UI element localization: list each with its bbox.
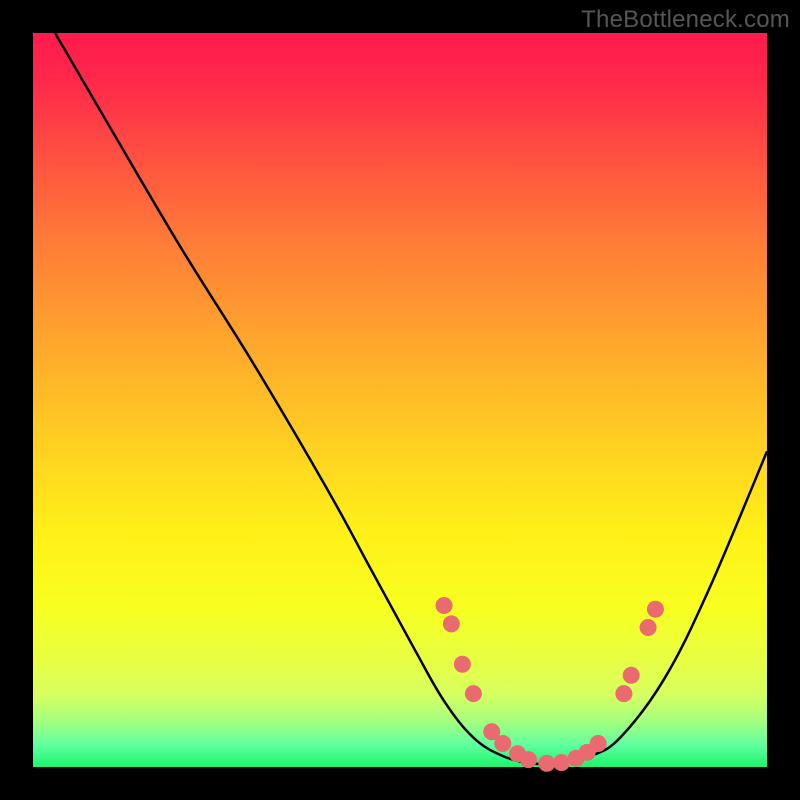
marker-left-cluster-3 xyxy=(454,656,471,673)
marker-bottom-2 xyxy=(494,735,511,752)
marker-left-cluster-4 xyxy=(465,685,482,702)
marker-left-cluster-2 xyxy=(443,615,460,632)
marker-left-cluster-1 xyxy=(436,597,453,614)
marker-bottom-6 xyxy=(553,754,570,771)
marker-right-cluster-1 xyxy=(615,685,632,702)
marker-bottom-4 xyxy=(520,751,537,768)
marker-right-cluster-3 xyxy=(640,619,657,636)
data-markers xyxy=(436,597,664,772)
marker-right-cluster-4 xyxy=(647,601,664,618)
marker-bottom-5 xyxy=(538,755,555,772)
marker-bottom-9 xyxy=(590,735,607,752)
chart-overlay xyxy=(33,33,767,767)
watermark-text: TheBottleneck.com xyxy=(581,6,790,34)
bottleneck-curve xyxy=(55,33,767,764)
marker-right-cluster-2 xyxy=(623,667,640,684)
